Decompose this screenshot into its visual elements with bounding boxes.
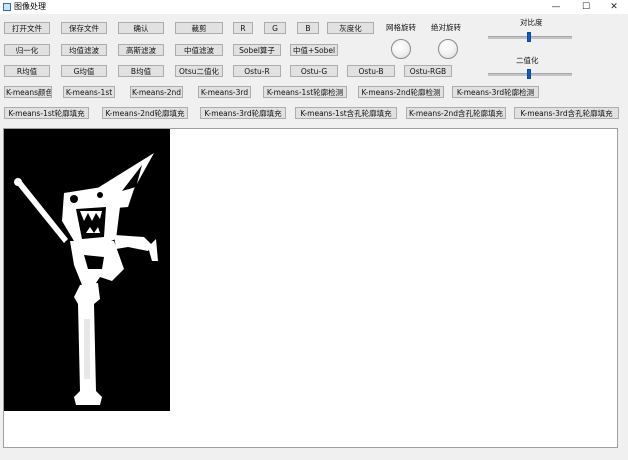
- kmeans-3rd-button[interactable]: K-means-3rd: [198, 86, 251, 98]
- kmeans-2nd-button[interactable]: K-means-2nd: [130, 86, 183, 98]
- g-mean-button[interactable]: G均值: [61, 65, 107, 77]
- kmeans-1st-button[interactable]: K-means-1st: [63, 86, 115, 98]
- binarized-figure-image: [4, 129, 170, 411]
- absolute-rotate-label: 绝对旋转: [431, 23, 461, 32]
- grid-rotate-label: 网格旋转: [386, 23, 416, 32]
- minimize-button[interactable]: —: [542, 0, 570, 14]
- otsu-rgb-button[interactable]: Ostu-RGB: [404, 65, 452, 77]
- binarize-label: 二值化: [516, 56, 539, 65]
- b-mean-button[interactable]: B均值: [118, 65, 164, 77]
- maximize-button[interactable]: ☐: [572, 0, 600, 14]
- r-mean-button[interactable]: R均值: [4, 65, 50, 77]
- image-display: [4, 129, 170, 411]
- contrast-slider-handle[interactable]: [527, 32, 531, 42]
- g-channel-button[interactable]: G: [264, 22, 286, 34]
- crop-button[interactable]: 裁剪: [175, 22, 223, 34]
- otsu-g-button[interactable]: Ostu-G: [290, 65, 338, 77]
- kmeans-1st-contour-button[interactable]: K-means-1st轮廓检测: [263, 86, 347, 98]
- otsu-r-button[interactable]: Ostu-R: [233, 65, 281, 77]
- close-button[interactable]: ✕: [600, 0, 628, 14]
- kmeans-2nd-contour-button[interactable]: K-means-2nd轮廓检测: [358, 86, 444, 98]
- binarize-slider-handle[interactable]: [527, 69, 531, 79]
- image-canvas: [3, 128, 618, 448]
- r-channel-button[interactable]: R: [233, 22, 253, 34]
- confirm-button[interactable]: 确认: [118, 22, 164, 34]
- absolute-rotate-dial[interactable]: [438, 39, 458, 59]
- b-channel-button[interactable]: B: [297, 22, 319, 34]
- median-sobel-button[interactable]: 中值+Sobel: [290, 44, 338, 56]
- kmeans-3rd-fill-button[interactable]: K-means-3rd轮廓填充: [200, 107, 286, 119]
- kmeans-2nd-fill-button[interactable]: K-means-2nd轮廓填充: [102, 107, 188, 119]
- median-filter-button[interactable]: 中值滤波: [175, 44, 223, 56]
- kmeans-2nd-hole-fill-button[interactable]: K-means-2nd含孔轮廓填充: [406, 107, 506, 119]
- gaussian-filter-button[interactable]: 高斯滤波: [118, 44, 164, 56]
- otsu-binary-button[interactable]: Otsu二值化: [175, 65, 223, 77]
- mean-filter-button[interactable]: 均值滤波: [61, 44, 107, 56]
- sobel-button[interactable]: Sobel算子: [233, 44, 281, 56]
- kmeans-3rd-hole-fill-button[interactable]: K-means-3rd含孔轮廓填充: [514, 107, 619, 119]
- open-file-button[interactable]: 打开文件: [4, 22, 50, 34]
- grid-rotate-dial[interactable]: [391, 39, 411, 59]
- kmeans-color-button[interactable]: K-means颜色: [4, 86, 52, 98]
- title-bar: 图像处理 — ☐ ✕: [0, 0, 628, 14]
- otsu-b-button[interactable]: Ostu-B: [347, 65, 395, 77]
- kmeans-1st-fill-button[interactable]: K-means-1st轮廓填充: [4, 107, 89, 119]
- app-icon: [3, 3, 11, 11]
- kmeans-3rd-contour-button[interactable]: K-means-3rd轮廓检测: [452, 86, 539, 98]
- normalize-button[interactable]: 归一化: [4, 44, 50, 56]
- contrast-label: 对比度: [520, 18, 543, 27]
- grayscale-button[interactable]: 灰度化: [327, 22, 374, 34]
- save-file-button[interactable]: 保存文件: [61, 22, 107, 34]
- window-title: 图像处理: [14, 2, 46, 11]
- kmeans-1st-hole-fill-button[interactable]: K-means-1st含孔轮廓填充: [295, 107, 397, 119]
